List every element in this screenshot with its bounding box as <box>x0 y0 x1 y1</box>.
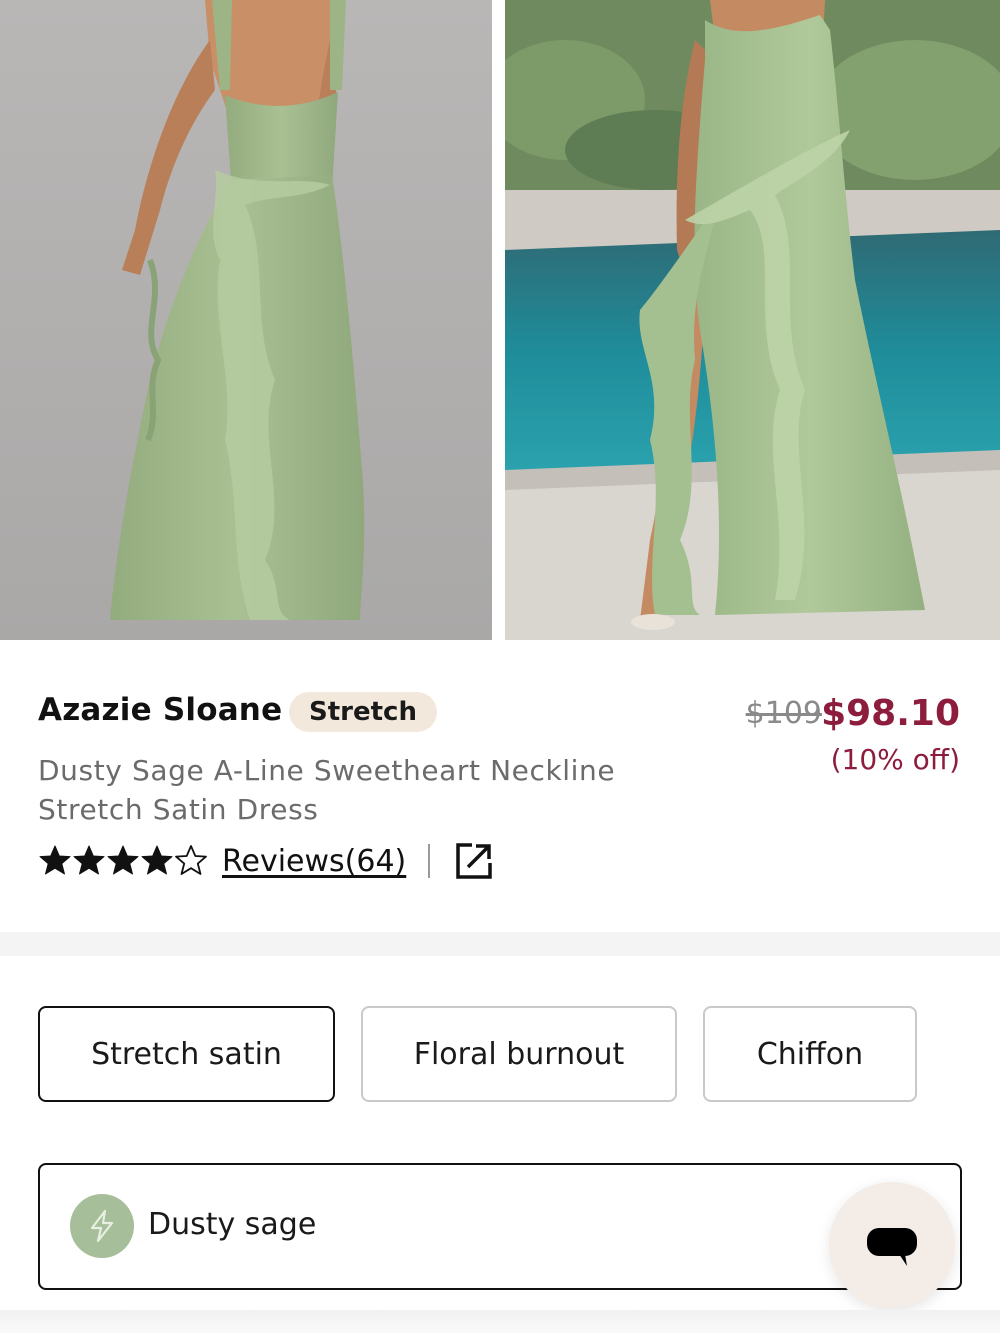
product-subtitle: Dusty Sage A-Line Sweetheart Neckline St… <box>38 754 616 826</box>
section-divider <box>0 932 1000 956</box>
share-icon[interactable] <box>454 841 494 881</box>
front-view-dress-photo-pool <box>505 0 1000 640</box>
reviews-link[interactable]: Reviews(64) <box>222 844 406 879</box>
fabric-option-chiffon[interactable]: Chiffon <box>703 1006 917 1102</box>
lightning-icon <box>90 1209 114 1243</box>
star-filled-icon <box>107 845 139 875</box>
sale-price: $98.10 <box>821 693 960 734</box>
fabric-option-floral-burnout[interactable]: Floral burnout <box>361 1006 677 1102</box>
discount-label: (10% off) <box>830 743 960 776</box>
star-filled-icon <box>73 845 105 875</box>
bottom-bar-edge <box>0 1310 1000 1333</box>
product-photo-back[interactable] <box>0 0 492 640</box>
star-rating <box>38 844 208 878</box>
original-price: $109 <box>745 696 822 731</box>
divider <box>428 844 431 878</box>
star-filled-icon <box>141 845 173 875</box>
rating-row: Reviews(64) <box>38 838 494 884</box>
color-swatch <box>70 1194 134 1258</box>
product-image-gallery[interactable] <box>0 0 1000 640</box>
product-brand: Azazie Sloane <box>38 692 283 728</box>
chat-bubble-icon <box>867 1228 917 1266</box>
color-selector[interactable]: Dusty sage <box>38 1163 962 1290</box>
back-view-dress-photo <box>0 0 492 640</box>
fabric-option-stretch-satin[interactable]: Stretch satin <box>38 1006 335 1102</box>
selected-color-label: Dusty sage <box>148 1207 317 1242</box>
stretch-badge: Stretch <box>289 692 437 732</box>
product-photo-front[interactable] <box>505 0 1000 640</box>
chat-button[interactable] <box>829 1182 955 1308</box>
star-empty-icon <box>175 845 207 875</box>
star-filled-icon <box>39 845 71 875</box>
